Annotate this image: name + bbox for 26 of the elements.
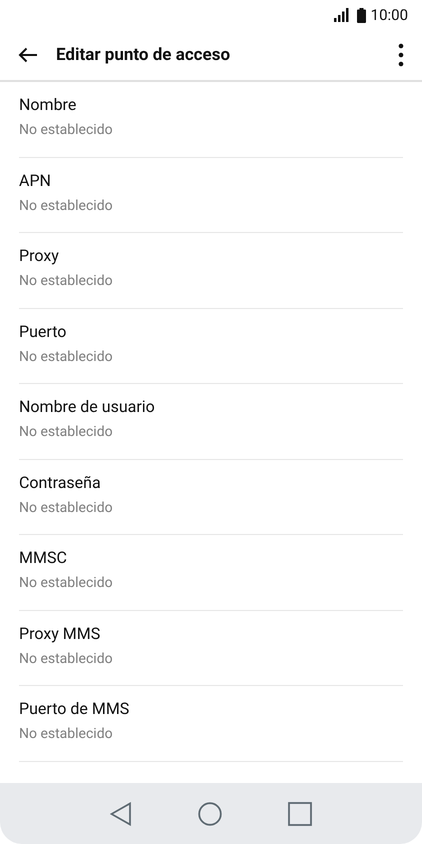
- setting-value: No establecido: [19, 574, 113, 593]
- home-button[interactable]: [198, 802, 222, 826]
- setting-value: No establecido: [19, 272, 113, 291]
- setting-label[interactable]: MMSC: [19, 548, 67, 568]
- recents-button[interactable]: [288, 802, 312, 826]
- setting-value: No establecido: [19, 196, 113, 216]
- back-nav-button[interactable]: [110, 802, 132, 826]
- setting-label[interactable]: Proxy MMS: [19, 624, 100, 644]
- setting-value: No establecido: [19, 498, 113, 518]
- setting-label[interactable]: APN: [19, 170, 51, 190]
- setting-value: No establecido: [19, 725, 113, 744]
- setting-label[interactable]: Contraseña: [19, 472, 101, 492]
- setting-value: No establecido: [19, 650, 113, 668]
- back-arrow-icon[interactable]: [18, 47, 38, 63]
- setting-label[interactable]: Puerto: [19, 322, 66, 342]
- setting-label[interactable]: Nombre: [19, 95, 76, 115]
- setting-label[interactable]: Puerto de MMS: [19, 699, 130, 719]
- battery-icon: [356, 8, 366, 22]
- screen-title: Editar punto de acceso: [56, 45, 232, 65]
- clock-time: 10:00: [370, 6, 408, 24]
- more-options-icon[interactable]: [398, 43, 404, 67]
- setting-value: No establecido: [19, 423, 113, 442]
- setting-label[interactable]: Proxy: [19, 246, 59, 266]
- setting-value: No establecido: [19, 348, 113, 366]
- setting-label[interactable]: Nombre de usuario: [19, 397, 155, 417]
- setting-value: No establecido: [19, 121, 113, 140]
